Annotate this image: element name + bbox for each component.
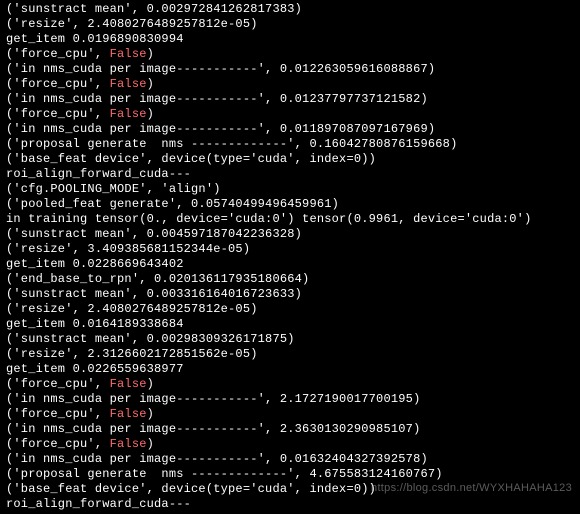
terminal-line: ('resize', 2.3126602172851562e-05) (6, 347, 574, 362)
text-token: roi_align_forward_cuda--- (6, 497, 191, 511)
text-token: ('resize', 2.3126602172851562e-05) (6, 347, 258, 361)
text-token: ('sunstract mean', 0.002972841262817383) (6, 2, 302, 16)
text-token: ('end_base_to_rpn', 0.020136117935180664… (6, 272, 309, 286)
text-token: ('force_cpu', (6, 377, 110, 391)
false-token: False (110, 377, 147, 391)
text-token: ('in nms_cuda per image-----------', 0.0… (6, 122, 435, 136)
terminal-line: ('base_feat device', device(type='cuda',… (6, 482, 574, 497)
terminal-line: get_item 0.0196890830994 (6, 32, 574, 47)
text-token: get_item 0.0164189338684 (6, 317, 184, 331)
text-token: ('force_cpu', (6, 437, 110, 451)
text-token: ('sunstract mean', 0.00298309326171875) (6, 332, 295, 346)
text-token: ) (147, 107, 154, 121)
text-token: ('base_feat device', device(type='cuda',… (6, 482, 376, 496)
text-token: ('in nms_cuda per image-----------', 0.0… (6, 452, 428, 466)
terminal-line: get_item 0.0228669643402 (6, 257, 574, 272)
text-token: ('force_cpu', (6, 77, 110, 91)
text-token: ) (147, 47, 154, 61)
text-token: ('proposal generate nms -------------', … (6, 467, 443, 481)
text-token: ) (147, 437, 154, 451)
terminal-line: ('sunstract mean', 0.003316164016723633) (6, 287, 574, 302)
false-token: False (110, 407, 147, 421)
terminal-line: ('proposal generate nms -------------', … (6, 137, 574, 152)
terminal-line: get_item 0.0226559638977 (6, 362, 574, 377)
terminal-line: ('resize', 3.409385681152344e-05) (6, 242, 574, 257)
terminal-output: ('sunstract mean', 0.002972841262817383)… (6, 2, 574, 512)
terminal-line: ('resize', 2.4080276489257812e-05) (6, 17, 574, 32)
false-token: False (110, 437, 147, 451)
text-token: ) (147, 77, 154, 91)
terminal-line: ('proposal generate nms -------------', … (6, 467, 574, 482)
text-token: get_item 0.0226559638977 (6, 362, 184, 376)
text-token: ('force_cpu', (6, 407, 110, 421)
terminal-line: roi_align_forward_cuda--- (6, 497, 574, 512)
terminal-line: in training tensor(0., device='cuda:0') … (6, 212, 574, 227)
false-token: False (110, 77, 147, 91)
terminal-line: ('in nms_cuda per image-----------', 2.1… (6, 392, 574, 407)
terminal-line: ('resize', 2.4080276489257812e-05) (6, 302, 574, 317)
text-token: in training tensor(0., device='cuda:0') … (6, 212, 531, 226)
text-token: get_item 0.0228669643402 (6, 257, 184, 271)
terminal-line: get_item 0.0164189338684 (6, 317, 574, 332)
terminal-line: ('base_feat device', device(type='cuda',… (6, 152, 574, 167)
terminal-line: ('force_cpu', False) (6, 47, 574, 62)
text-token: ('in nms_cuda per image-----------', 2.3… (6, 422, 420, 436)
terminal-line: ('cfg.POOLING_MODE', 'align') (6, 182, 574, 197)
text-token: ('in nms_cuda per image-----------', 2.1… (6, 392, 420, 406)
text-token: ('base_feat device', device(type='cuda',… (6, 152, 376, 166)
terminal-line: ('sunstract mean', 0.002972841262817383) (6, 2, 574, 17)
terminal-line: ('force_cpu', False) (6, 107, 574, 122)
text-token: ) (147, 377, 154, 391)
terminal-line: ('force_cpu', False) (6, 407, 574, 422)
text-token: ) (147, 407, 154, 421)
text-token: ('force_cpu', (6, 47, 110, 61)
terminal-line: ('in nms_cuda per image-----------', 2.3… (6, 422, 574, 437)
terminal-line: ('end_base_to_rpn', 0.020136117935180664… (6, 272, 574, 287)
terminal-line: ('force_cpu', False) (6, 377, 574, 392)
text-token: ('in nms_cuda per image-----------', 0.0… (6, 62, 435, 76)
terminal-line: ('force_cpu', False) (6, 77, 574, 92)
text-token: ('force_cpu', (6, 107, 110, 121)
text-token: ('resize', 2.4080276489257812e-05) (6, 17, 258, 31)
terminal-line: ('pooled_feat generate', 0.0574049949645… (6, 197, 574, 212)
text-token: ('resize', 2.4080276489257812e-05) (6, 302, 258, 316)
text-token: ('cfg.POOLING_MODE', 'align') (6, 182, 221, 196)
terminal-line: ('force_cpu', False) (6, 437, 574, 452)
text-token: ('in nms_cuda per image-----------', 0.0… (6, 92, 428, 106)
terminal-line: ('in nms_cuda per image-----------', 0.0… (6, 452, 574, 467)
terminal-line: roi_align_forward_cuda--- (6, 167, 574, 182)
text-token: ('proposal generate nms -------------', … (6, 137, 457, 151)
text-token: ('sunstract mean', 0.003316164016723633) (6, 287, 302, 301)
text-token: ('resize', 3.409385681152344e-05) (6, 242, 250, 256)
terminal-line: ('in nms_cuda per image-----------', 0.0… (6, 122, 574, 137)
false-token: False (110, 107, 147, 121)
terminal-line: ('in nms_cuda per image-----------', 0.0… (6, 62, 574, 77)
terminal-line: ('sunstract mean', 0.004597187042236328) (6, 227, 574, 242)
text-token: ('sunstract mean', 0.004597187042236328) (6, 227, 302, 241)
text-token: get_item 0.0196890830994 (6, 32, 184, 46)
text-token: ('pooled_feat generate', 0.0574049949645… (6, 197, 339, 211)
text-token: roi_align_forward_cuda--- (6, 167, 191, 181)
terminal-line: ('in nms_cuda per image-----------', 0.0… (6, 92, 574, 107)
false-token: False (110, 47, 147, 61)
terminal-line: ('sunstract mean', 0.00298309326171875) (6, 332, 574, 347)
